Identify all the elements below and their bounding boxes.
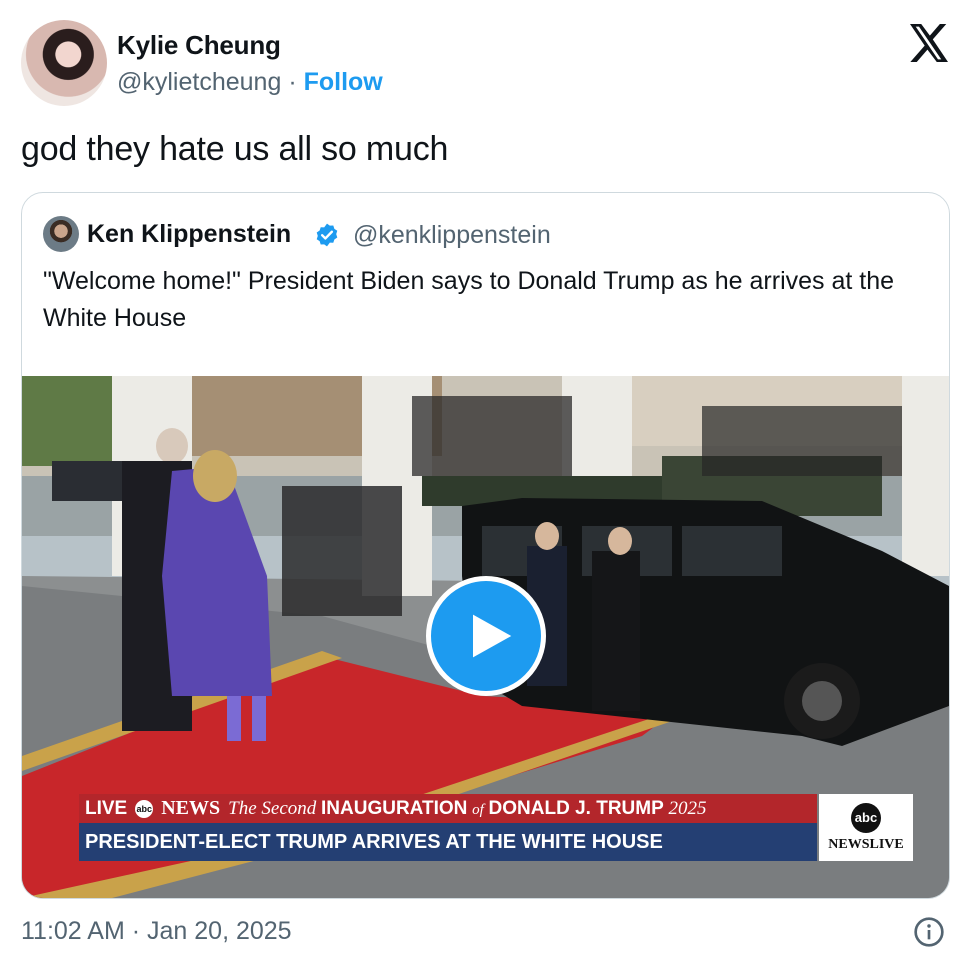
banner-title: The Second INAUGURATION of DONALD J. TRU…: [228, 798, 706, 820]
play-button[interactable]: [426, 576, 546, 696]
news-headline: PRESIDENT-ELECT TRUMP ARRIVES AT THE WHI…: [79, 823, 817, 861]
author-name[interactable]: Kylie Cheung: [117, 30, 281, 61]
newslive-label: NEWSLIVE: [828, 836, 904, 852]
author-handle[interactable]: @kylietcheung: [117, 68, 281, 96]
author-avatar[interactable]: [21, 20, 107, 106]
quoted-author-handle[interactable]: @kenklippenstein: [353, 221, 551, 250]
handle-separator: ·: [288, 68, 297, 96]
live-label: LIVE: [85, 797, 128, 819]
info-icon[interactable]: [913, 916, 945, 948]
quoted-author-name[interactable]: Ken Klippenstein: [87, 220, 291, 249]
quoted-author-avatar[interactable]: [43, 216, 79, 252]
news-label: NEWS: [161, 797, 221, 819]
video-player[interactable]: LIVE abc NEWS The Second INAUGURATION of…: [22, 376, 949, 898]
timestamp-date: Jan 20, 2025: [147, 917, 292, 945]
x-logo-icon[interactable]: [908, 24, 950, 62]
tweet-timestamp[interactable]: 11:02 AM · Jan 20, 2025: [21, 917, 292, 946]
banner-title-name: DONALD J. TRUMP: [488, 797, 664, 819]
abc-mini-logo: abc: [135, 799, 154, 818]
banner-title-main: INAUGURATION: [321, 797, 468, 819]
timestamp-time: 11:02 AM: [21, 917, 125, 945]
banner-title-pre: The Second: [228, 797, 317, 819]
tweet-text: god they hate us all so much: [21, 130, 449, 168]
verified-badge-icon: [316, 223, 338, 247]
follow-button[interactable]: Follow: [304, 68, 383, 96]
banner-title-year: 2025: [668, 797, 707, 819]
quoted-tweet-text: "Welcome home!" President Biden says to …: [43, 267, 895, 332]
banner-title-of: of: [472, 801, 484, 818]
abc-newslive-logo: abc NEWSLIVE: [819, 794, 913, 861]
author-handle-row: @kylietcheung · Follow: [117, 68, 383, 97]
play-icon: [473, 614, 512, 658]
news-banner-top: LIVE abc NEWS The Second INAUGURATION of…: [79, 794, 817, 823]
quoted-tweet-card[interactable]: Ken Klippenstein @kenklippenstein "Welco…: [21, 192, 950, 899]
abc-logo-circle: abc: [851, 802, 881, 833]
timestamp-separator: ·: [131, 917, 141, 945]
